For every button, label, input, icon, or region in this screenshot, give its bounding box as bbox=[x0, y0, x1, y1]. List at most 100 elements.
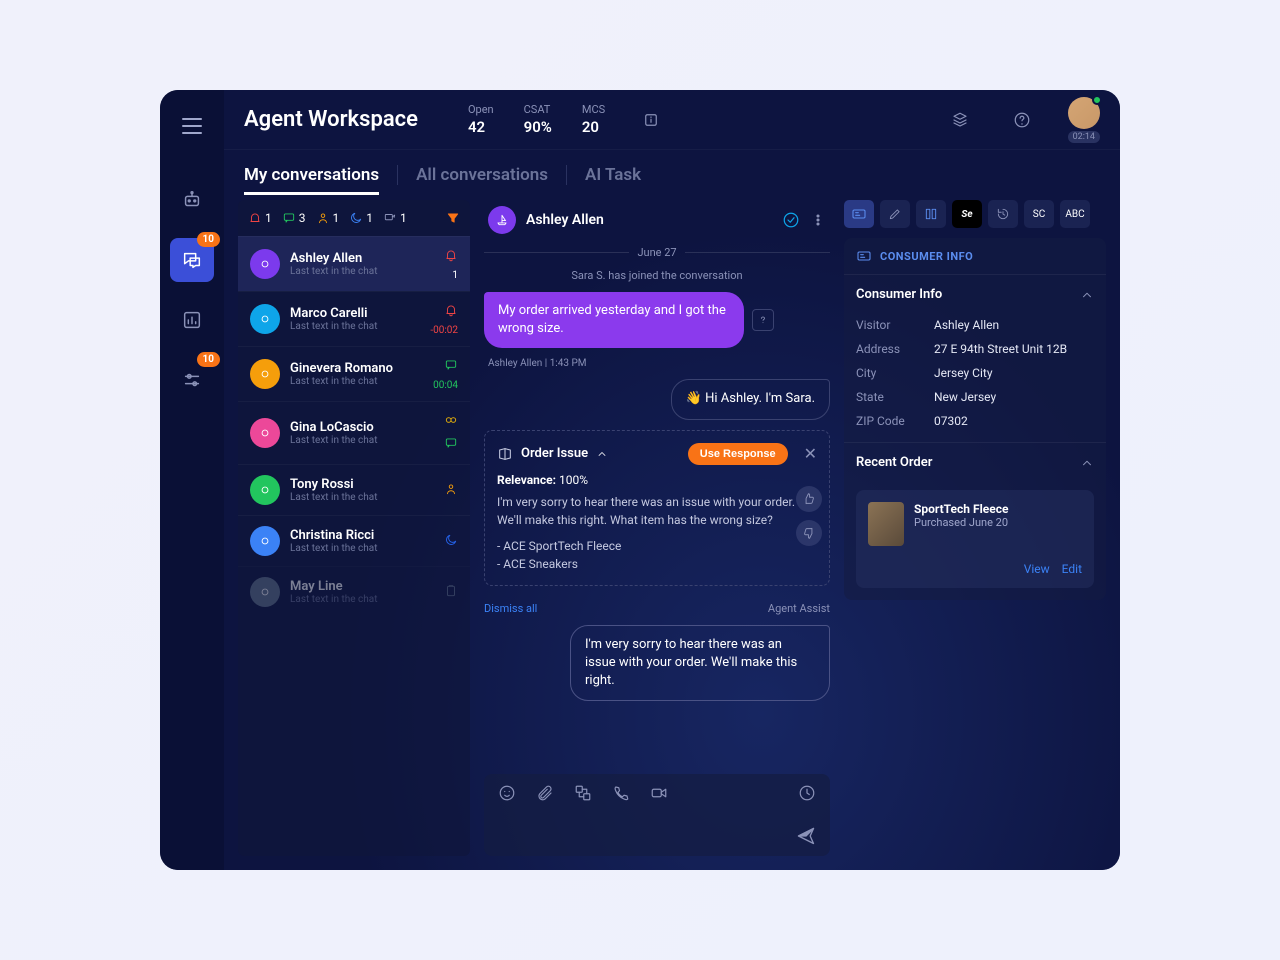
conv-avatar bbox=[250, 249, 280, 279]
close-button[interactable]: ✕ bbox=[804, 444, 817, 463]
conversation-item[interactable]: Marco CarelliLast text in the chat -00:0… bbox=[238, 291, 470, 346]
info-field: StateNew Jersey bbox=[856, 390, 1094, 404]
conversation-list: 1 3 1 1 1 Ashley AllenLast text in the c… bbox=[238, 200, 470, 856]
sidebar-settings[interactable]: 10 bbox=[170, 358, 214, 402]
conversation-item[interactable]: May LineLast text in the chat bbox=[238, 566, 470, 617]
conv-subtitle: Last text in the chat bbox=[290, 321, 420, 332]
avatar bbox=[1068, 97, 1100, 129]
avatar-glyph-icon bbox=[258, 534, 272, 548]
kpi-mcs: MCS20 bbox=[582, 103, 605, 136]
conv-subtitle: Last text in the chat bbox=[290, 594, 434, 605]
conv-avatar bbox=[250, 304, 280, 334]
section-consumer-info[interactable]: Consumer Info bbox=[844, 275, 1106, 314]
conv-name: May Line bbox=[290, 579, 434, 594]
contact-name: Ashley Allen bbox=[526, 212, 772, 228]
help-button[interactable] bbox=[1006, 104, 1038, 136]
video-icon[interactable] bbox=[650, 784, 668, 802]
conversation-item[interactable]: Christina RicciLast text in the chat bbox=[238, 515, 470, 566]
conversation-item[interactable]: Tony RossiLast text in the chat bbox=[238, 464, 470, 515]
emoji-icon[interactable] bbox=[498, 784, 516, 802]
conv-name: Tony Rossi bbox=[290, 477, 434, 492]
help-icon bbox=[1013, 111, 1031, 129]
chat-icon bbox=[181, 249, 203, 271]
filter-bell[interactable]: 1 bbox=[248, 211, 272, 225]
info-tab-edit[interactable] bbox=[880, 200, 910, 228]
date-separator: June 27 bbox=[484, 246, 830, 259]
sidebar-bot[interactable] bbox=[170, 178, 214, 222]
conv-time: -00:02 bbox=[430, 325, 458, 336]
attachment-icon[interactable] bbox=[536, 784, 554, 802]
info-tab-history[interactable] bbox=[988, 200, 1018, 228]
order-card: SportTech Fleece Purchased June 20 View … bbox=[856, 490, 1094, 588]
header: Agent Workspace Open42 CSAT90% MCS20 02:… bbox=[224, 90, 1120, 150]
info-button[interactable] bbox=[635, 104, 667, 136]
app-shell: 10 10 Agent Workspace Open42 CSAT90% MCS… bbox=[160, 90, 1120, 870]
page-title: Agent Workspace bbox=[244, 107, 418, 132]
chat-header: Ashley Allen bbox=[484, 200, 830, 246]
send-button[interactable] bbox=[796, 826, 816, 846]
columns-icon bbox=[924, 207, 938, 221]
conversation-item[interactable]: Gina LoCascioLast text in the chat bbox=[238, 401, 470, 464]
consumer-info-panel: CONSUMER INFO Consumer Info VisitorAshle… bbox=[844, 238, 1106, 600]
chat-icon bbox=[282, 211, 296, 225]
info-tab-brand[interactable]: Se bbox=[952, 200, 982, 228]
info-tab-sc[interactable]: SC bbox=[1024, 200, 1054, 228]
conv-name: Marco Carelli bbox=[290, 306, 420, 321]
conv-subtitle: Last text in the chat bbox=[290, 376, 423, 387]
conv-subtitle: Last text in the chat bbox=[290, 266, 434, 277]
phone-icon[interactable] bbox=[612, 784, 630, 802]
order-view-link[interactable]: View bbox=[1024, 562, 1050, 576]
info-tab-consumer[interactable] bbox=[844, 200, 874, 228]
order-date: Purchased June 20 bbox=[914, 516, 1008, 529]
use-response-button[interactable]: Use Response bbox=[688, 443, 788, 465]
composer-toolbar bbox=[498, 784, 816, 802]
tab-my-conversations[interactable]: My conversations bbox=[244, 157, 379, 193]
conv-name: Ginevera Romano bbox=[290, 361, 423, 376]
order-edit-link[interactable]: Edit bbox=[1062, 562, 1082, 576]
list-filter-bar: 1 3 1 1 1 bbox=[238, 200, 470, 236]
status-dot bbox=[1092, 95, 1102, 105]
chevron-up-icon[interactable] bbox=[596, 448, 608, 460]
kpi-open: Open42 bbox=[468, 103, 494, 136]
intent-button[interactable] bbox=[752, 309, 774, 331]
thumbs-up-icon bbox=[802, 492, 816, 506]
section-recent-order[interactable]: Recent Order bbox=[844, 442, 1106, 482]
layers-button[interactable] bbox=[944, 104, 976, 136]
info-tab-abc[interactable]: ABC bbox=[1060, 200, 1090, 228]
filter-forward[interactable]: 1 bbox=[383, 211, 407, 225]
sidebar-analytics[interactable] bbox=[170, 298, 214, 342]
tab-ai-task[interactable]: AI Task bbox=[585, 157, 641, 193]
check-circle-icon[interactable] bbox=[782, 211, 800, 229]
conversation-item[interactable]: Ashley AllenLast text in the chat 1 bbox=[238, 236, 470, 291]
thumbs-up-button[interactable] bbox=[796, 486, 822, 512]
agent-message: I'm very sorry to hear there was an issu… bbox=[570, 625, 830, 702]
message-row: My order arrived yesterday and I got the… bbox=[484, 292, 830, 348]
info-tab-columns[interactable] bbox=[916, 200, 946, 228]
user-menu[interactable]: 02:14 bbox=[1068, 97, 1100, 143]
message-row: 👋 Hi Ashley. I'm Sara. bbox=[484, 379, 830, 419]
filter-icon[interactable] bbox=[446, 211, 460, 225]
conversation-item[interactable]: Ginevera RomanoLast text in the chat 00:… bbox=[238, 346, 470, 401]
dismiss-all-link[interactable]: Dismiss all bbox=[484, 602, 537, 615]
assist-footer: Dismiss all Agent Assist bbox=[484, 602, 830, 615]
clock-icon[interactable] bbox=[798, 784, 816, 802]
tab-all-conversations[interactable]: All conversations bbox=[416, 157, 548, 193]
avatar-glyph-icon bbox=[258, 585, 272, 599]
agent-message: 👋 Hi Ashley. I'm Sara. bbox=[671, 379, 830, 419]
avatar-glyph-icon bbox=[258, 312, 272, 326]
order-image bbox=[868, 502, 904, 546]
hamburger-menu[interactable] bbox=[182, 118, 202, 134]
filter-chat[interactable]: 3 bbox=[282, 211, 306, 225]
filter-user[interactable]: 1 bbox=[316, 211, 340, 225]
forward-icon bbox=[383, 211, 397, 225]
more-icon[interactable] bbox=[810, 212, 826, 228]
history-icon bbox=[996, 207, 1010, 221]
sidebar: 10 10 bbox=[160, 90, 224, 870]
sidebar-conversations[interactable]: 10 bbox=[170, 238, 214, 282]
transfer-icon[interactable] bbox=[574, 784, 592, 802]
thumbs-down-button[interactable] bbox=[796, 520, 822, 546]
body: 1 3 1 1 1 Ashley AllenLast text in the c… bbox=[224, 200, 1120, 870]
customer-message: My order arrived yesterday and I got the… bbox=[484, 292, 744, 348]
kpi-csat: CSAT90% bbox=[524, 103, 552, 136]
filter-moon[interactable]: 1 bbox=[349, 211, 373, 225]
